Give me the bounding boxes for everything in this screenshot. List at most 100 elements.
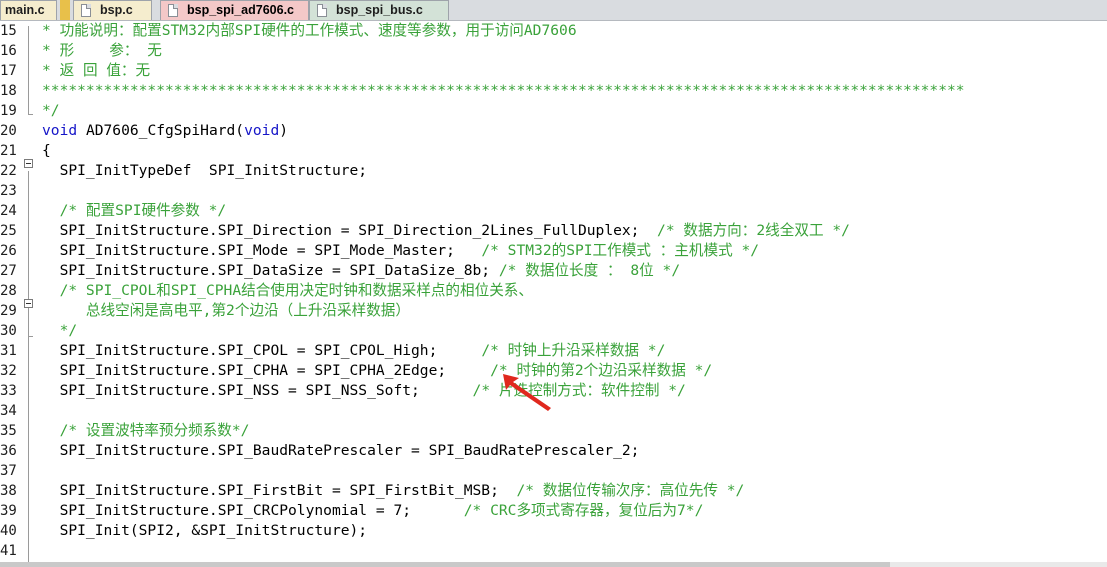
line-number: 15: [0, 23, 17, 39]
line-number: 28: [0, 283, 17, 299]
tab-bsp-spi-ad7606-c[interactable]: bsp_spi_ad7606.c: [160, 0, 309, 20]
code-line[interactable]: 37: [0, 461, 1107, 481]
code-segment: * 返 回 值：无: [42, 62, 151, 79]
code-line[interactable]: 35 /* 设置波特率预分频系数*/: [0, 421, 1107, 441]
line-number: 26: [0, 243, 17, 259]
line-number: 16: [0, 43, 17, 59]
code-text: */: [42, 101, 60, 121]
code-text: SPI_InitStructure.SPI_Direction = SPI_Di…: [42, 221, 850, 241]
editor-tab-bar: main.c bsp.c bsp_spi_ad7606.c bsp_spi_bu…: [0, 0, 1107, 21]
code-segment: AD7606_CfgSpiHard(: [77, 122, 245, 139]
code-line[interactable]: 22 SPI_InitTypeDef SPI_InitStructure;: [0, 161, 1107, 181]
code-text: * 形 参： 无: [42, 41, 162, 61]
code-text: * 功能说明：配置STM32内部SPI硬件的工作模式、速度等参数，用于访问AD7…: [42, 21, 577, 41]
code-text: SPI_InitStructure.SPI_FirstBit = SPI_Fir…: [42, 481, 745, 501]
fold-guide: [28, 171, 29, 567]
code-line[interactable]: 31 SPI_InitStructure.SPI_CPOL = SPI_CPOL…: [0, 341, 1107, 361]
code-segment: SPI_Init(SPI2, &SPI_InitStructure);: [42, 522, 368, 539]
code-line[interactable]: 40 SPI_Init(SPI2, &SPI_InitStructure);: [0, 521, 1107, 541]
tab-bsp-c[interactable]: bsp.c: [73, 0, 152, 20]
code-line[interactable]: 18 **************************************…: [0, 81, 1107, 101]
code-line[interactable]: 39 SPI_InitStructure.SPI_CRCPolynomial =…: [0, 501, 1107, 521]
code-segment: ****************************************…: [42, 82, 965, 99]
tab-label: bsp_spi_ad7606.c: [187, 3, 295, 17]
fold-end-marker: [28, 336, 33, 337]
tab-main-c[interactable]: main.c: [0, 0, 57, 20]
code-segment: */: [42, 102, 60, 119]
line-number: 24: [0, 203, 17, 219]
code-text: /* SPI_CPOL和SPI_CPHA结合使用决定时钟和数据采样点的相位关系、: [42, 281, 533, 301]
fold-guide: [28, 26, 29, 114]
line-number: 37: [0, 463, 17, 479]
code-segment: * 形 参： 无: [42, 42, 162, 59]
code-segment: */: [42, 322, 78, 339]
code-line[interactable]: 26 SPI_InitStructure.SPI_Mode = SPI_Mode…: [0, 241, 1107, 261]
line-number: 17: [0, 63, 17, 79]
code-segment: SPI_InitStructure.SPI_CPHA = SPI_CPHA_2E…: [42, 362, 491, 379]
code-line[interactable]: 20 void AD7606_CfgSpiHard(void): [0, 121, 1107, 141]
code-line[interactable]: 16 * 形 参： 无: [0, 41, 1107, 61]
inline-comment: /* 数据位长度 ： 8位 */: [498, 262, 681, 279]
code-segment: SPI_InitStructure.SPI_Mode = SPI_Mode_Ma…: [42, 242, 482, 259]
inline-comment: /* 时钟上升沿采样数据 */: [481, 342, 666, 359]
code-line[interactable]: 36 SPI_InitStructure.SPI_BaudRatePrescal…: [0, 441, 1107, 461]
file-icon: [81, 4, 91, 17]
code-text: /* 配置SPI硬件参数 */: [42, 201, 227, 221]
line-number: 34: [0, 403, 17, 419]
code-editor[interactable]: 15 * 功能说明：配置STM32内部SPI硬件的工作模式、速度等参数，用于访问A…: [0, 21, 1107, 567]
code-segment: * 功能说明：配置STM32内部SPI硬件的工作模式、速度等参数，用于访问AD7…: [42, 22, 577, 39]
code-line[interactable]: 15 * 功能说明：配置STM32内部SPI硬件的工作模式、速度等参数，用于访问A…: [0, 21, 1107, 41]
code-text: 总线空闲是高电平,第2个边沿（上升沿采样数据）: [42, 301, 410, 321]
line-number: 41: [0, 543, 17, 559]
tab-label: main.c: [5, 3, 45, 17]
scrollbar-thumb[interactable]: [0, 562, 890, 567]
code-segment: SPI_InitStructure.SPI_CPOL = SPI_CPOL_Hi…: [42, 342, 482, 359]
line-number: 33: [0, 383, 17, 399]
line-number: 25: [0, 223, 17, 239]
code-segment: /* 配置SPI硬件参数 */: [42, 202, 227, 219]
code-line[interactable]: 25 SPI_InitStructure.SPI_Direction = SPI…: [0, 221, 1107, 241]
file-icon: [317, 4, 327, 17]
tab-divider: [60, 0, 70, 20]
line-number: 32: [0, 363, 17, 379]
code-line[interactable]: 27 SPI_InitStructure.SPI_DataSize = SPI_…: [0, 261, 1107, 281]
file-icon: [168, 4, 178, 17]
code-segment: /* SPI_CPOL和SPI_CPHA结合使用决定时钟和数据采样点的相位关系、: [42, 282, 533, 299]
tab-bsp-spi-bus-c[interactable]: bsp_spi_bus.c: [309, 0, 449, 20]
code-line[interactable]: 19 */: [0, 101, 1107, 121]
code-segment: SPI_InitTypeDef SPI_InitStructure;: [42, 162, 368, 179]
code-line[interactable]: 23: [0, 181, 1107, 201]
code-line[interactable]: 38 SPI_InitStructure.SPI_FirstBit = SPI_…: [0, 481, 1107, 501]
line-number: 21: [0, 143, 17, 159]
line-number: 35: [0, 423, 17, 439]
inline-comment: /* 数据位传输次序：高位先传 */: [516, 482, 745, 499]
line-number: 31: [0, 343, 17, 359]
code-text: void AD7606_CfgSpiHard(void): [42, 121, 288, 141]
code-segment: SPI_InitStructure.SPI_BaudRatePrescaler …: [42, 442, 640, 459]
fold-minus-icon[interactable]: [24, 299, 33, 308]
code-line[interactable]: 28 /* SPI_CPOL和SPI_CPHA结合使用决定时钟和数据采样点的相位…: [0, 281, 1107, 301]
code-text: ****************************************…: [42, 81, 965, 101]
fold-minus-icon[interactable]: [24, 159, 33, 168]
code-text: SPI_InitStructure.SPI_Mode = SPI_Mode_Ma…: [42, 241, 759, 261]
line-number: 27: [0, 263, 17, 279]
code-line[interactable]: 41: [0, 541, 1107, 561]
inline-comment: /* 数据方向：2线全双工 */: [657, 222, 850, 239]
code-text: SPI_InitStructure.SPI_NSS = SPI_NSS_Soft…: [42, 381, 686, 401]
code-text: {: [42, 141, 51, 161]
horizontal-scrollbar[interactable]: [0, 562, 1107, 567]
line-number: 29: [0, 303, 17, 319]
code-line[interactable]: 29 总线空闲是高电平,第2个边沿（上升沿采样数据）: [0, 301, 1107, 321]
code-line[interactable]: 21 {: [0, 141, 1107, 161]
code-line[interactable]: 24 /* 配置SPI硬件参数 */: [0, 201, 1107, 221]
code-line[interactable]: 17 * 返 回 值：无: [0, 61, 1107, 81]
inline-comment: /* CRC多项式寄存器，复位后为7*/: [463, 502, 704, 519]
line-number: 38: [0, 483, 17, 499]
code-text: */: [42, 321, 78, 341]
line-number: 40: [0, 523, 17, 539]
line-number: 18: [0, 83, 17, 99]
code-line[interactable]: 30 */: [0, 321, 1107, 341]
line-number: 39: [0, 503, 17, 519]
code-text: SPI_InitTypeDef SPI_InitStructure;: [42, 161, 368, 181]
code-segment: SPI_InitStructure.SPI_NSS = SPI_NSS_Soft…: [42, 382, 473, 399]
